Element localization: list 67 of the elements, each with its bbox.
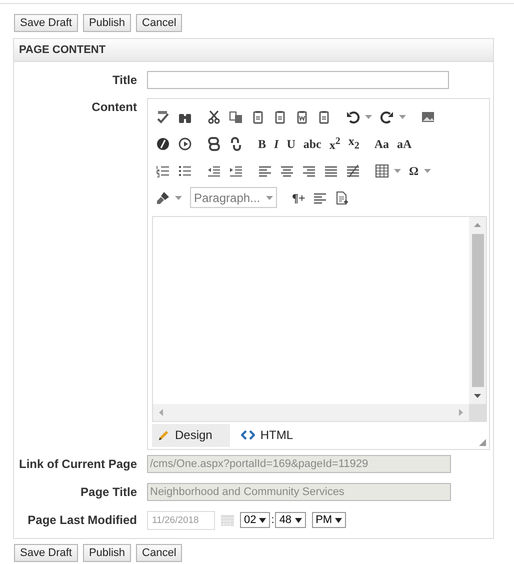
no-align-icon[interactable] xyxy=(346,164,360,178)
scroll-down-icon[interactable] xyxy=(474,394,481,398)
format-button[interactable]: B xyxy=(258,136,266,150)
action-button[interactable]: Save Draft xyxy=(14,544,78,562)
new-document-icon[interactable] xyxy=(335,190,350,204)
field-label: Content xyxy=(90,99,138,116)
format-button[interactable]: Ω xyxy=(409,164,419,178)
align-left-icon[interactable] xyxy=(258,164,272,178)
table-icon[interactable] xyxy=(375,164,389,178)
format-button[interactable]: abc xyxy=(303,136,322,150)
format-button[interactable]: x$_{2}$ xyxy=(348,134,360,154)
spellcheck-icon[interactable] xyxy=(156,110,170,124)
scroll-thumb[interactable] xyxy=(472,234,484,387)
ampm-select[interactable]: PM xyxy=(312,512,346,528)
action-button[interactable]: Cancel xyxy=(136,544,182,562)
format-button[interactable]: U xyxy=(286,136,296,150)
mode-tab[interactable]: Design xyxy=(152,424,230,447)
justify-icon[interactable] xyxy=(324,164,338,178)
clipboard-icon[interactable] xyxy=(295,110,309,124)
caret-icon[interactable] xyxy=(335,518,342,522)
title-field[interactable] xyxy=(147,71,449,89)
field-label: Page Title xyxy=(80,484,138,501)
field-label: Page Last Modified xyxy=(26,512,138,529)
resize-handle-icon[interactable] xyxy=(479,439,486,446)
pencil-icon xyxy=(157,428,170,442)
unlink-icon[interactable] xyxy=(229,136,243,150)
action-button[interactable]: Publish xyxy=(82,544,132,562)
format-button[interactable]: ¶+ xyxy=(292,190,306,204)
align-center-icon[interactable] xyxy=(280,164,294,178)
link-icon[interactable] xyxy=(207,136,221,150)
align-right-icon[interactable] xyxy=(302,164,316,178)
action-button[interactable]: Publish xyxy=(82,14,132,32)
play-icon[interactable] xyxy=(178,136,192,150)
action-button[interactable]: Save Draft xyxy=(14,14,78,32)
clipboard-icon[interactable] xyxy=(273,110,287,124)
bullet-list-icon[interactable] xyxy=(178,164,192,178)
copy-icon[interactable] xyxy=(229,110,243,124)
scissors-icon[interactable] xyxy=(207,110,221,124)
panel-header: PAGE CONTENT xyxy=(14,39,493,62)
format-dropdown[interactable]: Paragraph... xyxy=(190,187,278,208)
field-label: Link of Current Page xyxy=(18,456,138,473)
code-icon xyxy=(241,428,256,442)
outdent-icon[interactable] xyxy=(207,164,221,178)
format-button[interactable]: I xyxy=(274,136,279,150)
scrollbar-corner xyxy=(469,404,486,421)
caret-icon[interactable] xyxy=(259,518,266,522)
caret-icon[interactable] xyxy=(294,518,302,522)
vertical-scrollbar[interactable] xyxy=(469,217,486,404)
format-button[interactable]: Aa xyxy=(374,136,390,150)
hour-select[interactable]: 02 xyxy=(240,512,270,528)
minute-select[interactable]: 48 xyxy=(275,512,306,528)
brush-icon[interactable] xyxy=(156,190,170,204)
clipboard-icon[interactable] xyxy=(251,110,265,124)
field-label: Title xyxy=(112,72,138,89)
clipboard-icon[interactable] xyxy=(317,110,331,124)
image-icon[interactable] xyxy=(421,110,435,124)
format-button[interactable]: aA xyxy=(397,136,412,150)
time-separator: : xyxy=(271,514,274,526)
format-button[interactable]: x$^{2}$ xyxy=(329,135,340,152)
align-left-icon[interactable] xyxy=(313,190,328,204)
disc-icon[interactable] xyxy=(156,136,170,150)
action-button[interactable]: Cancel xyxy=(136,14,182,32)
indent-icon[interactable] xyxy=(229,164,243,178)
redo-icon[interactable] xyxy=(380,110,394,124)
undo-icon[interactable] xyxy=(346,110,360,124)
numbered-list-icon[interactable] xyxy=(156,164,170,178)
mode-tab[interactable]: HTML xyxy=(236,424,300,447)
